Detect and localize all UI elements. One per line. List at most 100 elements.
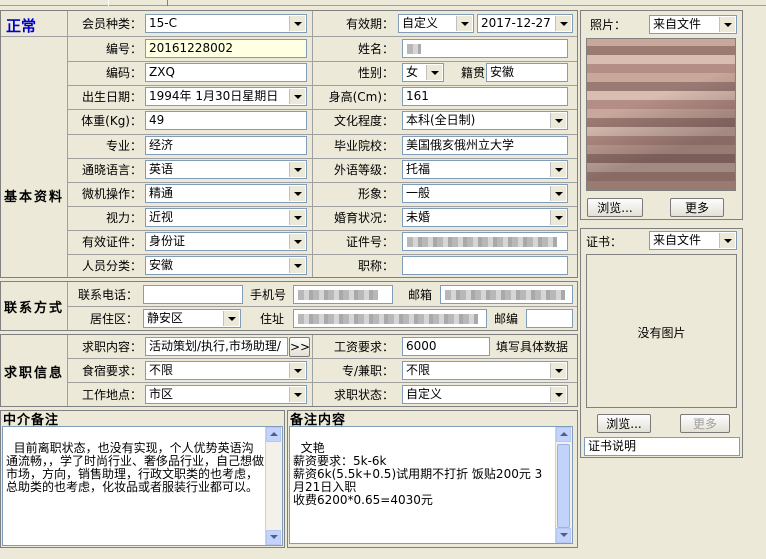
job-target-field[interactable]: 活动策划/执行,市场助理/ — [145, 337, 288, 356]
email-label: 邮箱 — [408, 288, 433, 302]
phone-label: 联系电话： — [77, 288, 138, 302]
chevron-down-icon[interactable] — [550, 210, 566, 225]
chevron-down-icon[interactable] — [289, 234, 305, 249]
number-field[interactable]: 20161228002 — [145, 39, 307, 58]
foreign-level-select[interactable]: 托福 — [402, 160, 568, 179]
id-no-field-redacted[interactable] — [402, 232, 568, 251]
gender-select[interactable]: 女 — [402, 63, 444, 82]
category-select[interactable]: 安徽 — [145, 256, 307, 275]
major-field[interactable]: 经济 — [145, 136, 307, 155]
district-select[interactable]: 静安区 — [143, 309, 241, 328]
computer-value: 精通 — [149, 186, 174, 200]
vision-select[interactable]: 近视 — [145, 208, 307, 227]
phone-field[interactable] — [143, 285, 243, 304]
chevron-down-icon[interactable] — [550, 387, 566, 402]
image-select[interactable]: 一般 — [402, 184, 568, 203]
scroll-up-icon[interactable] — [266, 427, 281, 442]
photo-source-select[interactable]: 来自文件 — [649, 15, 737, 34]
name-label: 姓名： — [357, 42, 394, 56]
education-select[interactable]: 本科(全日制) — [402, 111, 568, 130]
job-status-select[interactable]: 自定义 — [402, 385, 568, 404]
mobile-label: 手机号 — [250, 288, 287, 302]
number-label: 编号： — [105, 42, 142, 56]
chevron-down-icon[interactable] — [289, 387, 305, 402]
id-no-label: 证件号： — [345, 235, 394, 249]
zip-label: 邮编 — [494, 312, 519, 326]
gender-value: 女 — [406, 65, 419, 79]
certificate-source-select[interactable]: 来自文件 — [649, 231, 737, 250]
location-value: 市区 — [149, 387, 174, 401]
chevron-down-icon[interactable] — [289, 210, 305, 225]
section-divider-vertical — [67, 11, 68, 277]
remark-textarea[interactable]: 文艳 薪资要求：5k-6k 薪资6k(5.5k+0.5)试用期不打折 饭贴200… — [289, 426, 573, 544]
address-field-redacted[interactable] — [293, 309, 487, 328]
birth-date-picker[interactable]: 1994年 1月30日星期日 — [145, 87, 307, 106]
chevron-down-icon[interactable] — [550, 186, 566, 201]
certificate-browse-button[interactable]: 浏览... — [597, 414, 651, 433]
validity-date-picker[interactable]: 2017-12-27 — [477, 14, 573, 33]
board-select[interactable]: 不限 — [145, 361, 307, 380]
photo-browse-button[interactable]: 浏览... — [587, 198, 643, 217]
fulltime-label: 专/兼职： — [341, 364, 394, 378]
member-type-label: 会员种类： — [81, 17, 142, 31]
title-field[interactable] — [402, 256, 568, 275]
intermediary-notes-scrollbar[interactable] — [265, 427, 282, 545]
photo-source-value: 来自文件 — [653, 17, 702, 31]
chevron-down-icon[interactable] — [289, 363, 305, 378]
computer-select[interactable]: 精通 — [145, 184, 307, 203]
id-type-select[interactable]: 身份证 — [145, 232, 307, 251]
language-select[interactable]: 英语 — [145, 160, 307, 179]
mobile-field-redacted[interactable] — [293, 285, 393, 304]
birth-value: 1994年 1月30日星期日 — [149, 89, 279, 103]
chevron-down-icon[interactable] — [555, 16, 571, 31]
chevron-down-icon[interactable] — [289, 258, 305, 273]
job-target-more-button[interactable]: >> — [289, 337, 310, 357]
scroll-down-icon[interactable] — [266, 530, 281, 545]
chevron-down-icon[interactable] — [426, 65, 442, 80]
intermediary-notes-textarea[interactable]: 目前离职状态，也没有实现，个人优势英语沟通流畅，，学了时尚行业、奢侈品行业，自己… — [2, 426, 283, 546]
vision-value: 近视 — [149, 210, 174, 224]
chevron-down-icon[interactable] — [289, 162, 305, 177]
chevron-down-icon[interactable] — [289, 89, 305, 104]
education-value: 本科(全日制) — [406, 113, 476, 127]
chevron-down-icon[interactable] — [223, 311, 239, 326]
computer-label: 微机操作： — [81, 187, 142, 201]
weight-field[interactable]: 49 — [145, 111, 307, 130]
chevron-down-icon[interactable] — [550, 363, 566, 378]
zip-field[interactable] — [526, 309, 573, 328]
chevron-down-icon[interactable] — [289, 186, 305, 201]
salary-field[interactable]: 6000 — [402, 337, 490, 356]
location-label: 工作地点： — [81, 388, 142, 402]
certificate-label: 证书： — [586, 235, 623, 249]
school-field[interactable]: 美国俄亥俄州立大学 — [402, 136, 568, 155]
native-label: 籍贯 — [461, 66, 486, 80]
id-type-label: 有效证件： — [81, 235, 142, 249]
top-tab[interactable] — [108, 0, 168, 6]
location-select[interactable]: 市区 — [145, 385, 307, 404]
photo-more-button[interactable]: 更多 — [670, 198, 724, 217]
row-line — [68, 206, 577, 207]
status-label: 正常 — [6, 17, 37, 35]
address-label: 住址 — [260, 312, 285, 326]
validity-mode-select[interactable]: 自定义 — [398, 14, 474, 33]
member-type-select[interactable]: 15-C — [145, 14, 307, 33]
scroll-thumb[interactable] — [557, 444, 570, 528]
fulltime-select[interactable]: 不限 — [402, 361, 568, 380]
chevron-down-icon[interactable] — [456, 16, 472, 31]
chevron-down-icon[interactable] — [289, 16, 305, 31]
chevron-down-icon[interactable] — [719, 233, 735, 248]
chevron-down-icon[interactable] — [550, 162, 566, 177]
marriage-select[interactable]: 未婚 — [402, 208, 568, 227]
email-field-redacted[interactable] — [440, 285, 573, 304]
chevron-down-icon[interactable] — [550, 113, 566, 128]
certificate-description-field[interactable]: 证书说明 — [584, 437, 740, 456]
native-field[interactable]: 安徽 — [486, 63, 568, 82]
code-field[interactable]: ZXQ — [145, 63, 307, 82]
name-field-redacted[interactable] — [402, 39, 568, 58]
remark-scrollbar[interactable] — [555, 427, 572, 543]
chevron-down-icon[interactable] — [719, 17, 735, 32]
certificate-more-button[interactable]: 更多 — [680, 414, 730, 433]
scroll-down-icon[interactable] — [556, 528, 571, 543]
scroll-up-icon[interactable] — [556, 427, 571, 442]
height-field[interactable]: 161 — [402, 87, 568, 106]
